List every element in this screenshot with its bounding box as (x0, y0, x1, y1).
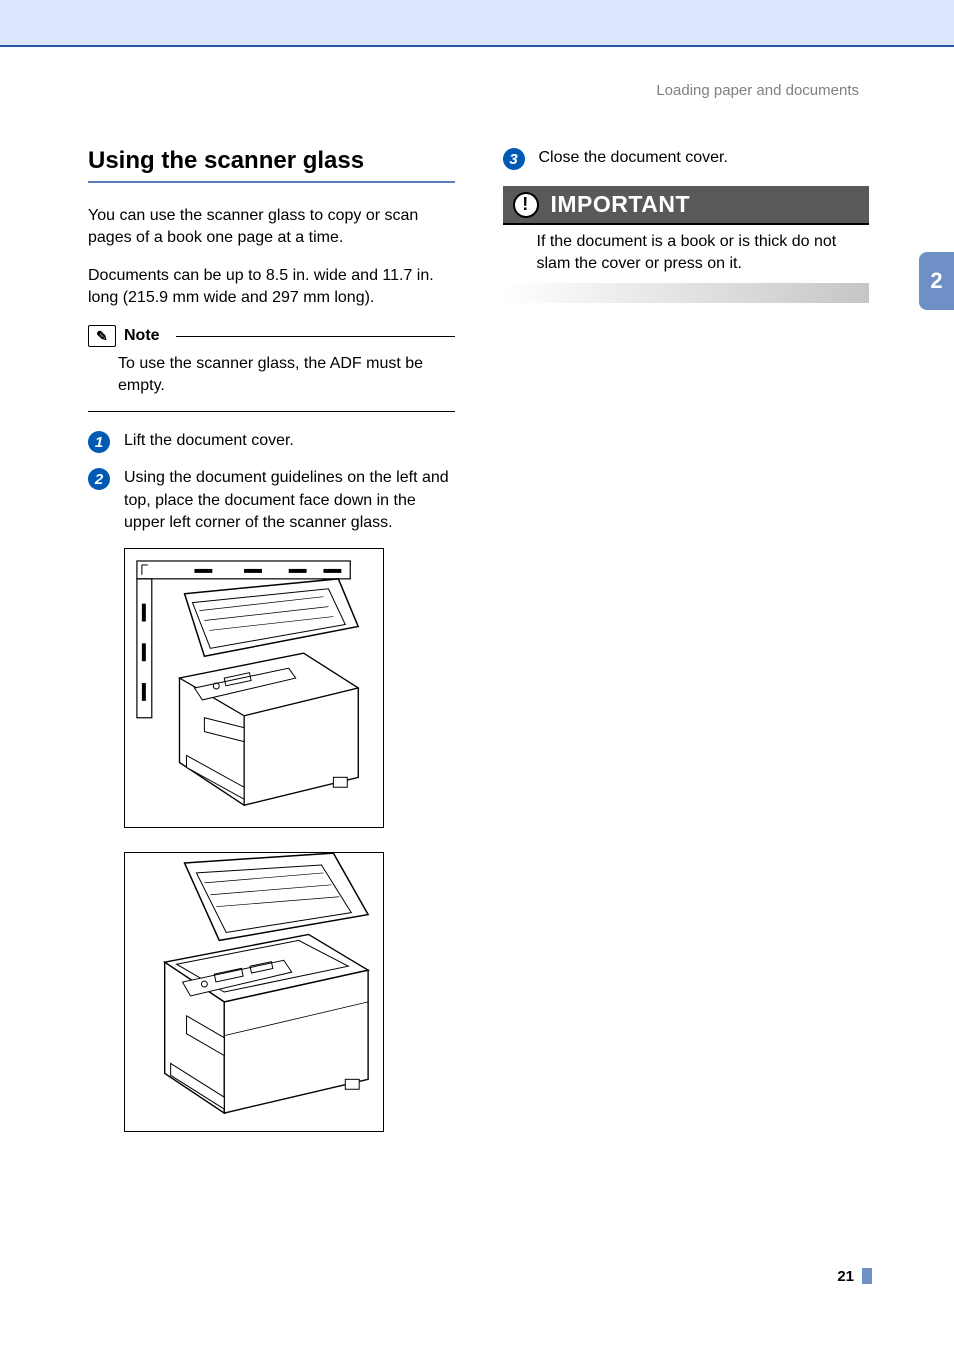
page-number-accent (862, 1268, 872, 1284)
important-gradient-end (503, 283, 870, 303)
important-underline (503, 223, 870, 225)
step-2: 2 Using the document guidelines on the l… (88, 467, 455, 533)
breadcrumb: Loading paper and documents (88, 82, 869, 99)
step-3-text: Close the document cover. (539, 147, 728, 170)
figure-scanner-open-top-view (124, 548, 455, 828)
step-1-text: Lift the document cover. (124, 430, 294, 453)
step-3: 3 Close the document cover. (503, 147, 870, 170)
step-1: 1 Lift the document cover. (88, 430, 455, 453)
important-label: IMPORTANT (551, 191, 691, 217)
right-column: 3 Close the document cover. ! IMPORTANT … (503, 147, 870, 1156)
left-column: Using the scanner glass You can use the … (88, 147, 455, 1156)
note-label: Note (124, 327, 160, 345)
note-pencil-icon: ✎ (88, 325, 116, 347)
note-body: To use the scanner glass, the ADF must b… (88, 353, 455, 407)
step-number-badge: 3 (503, 148, 525, 170)
two-column-layout: Using the scanner glass You can use the … (88, 147, 869, 1156)
note-header: ✎ Note (88, 325, 455, 347)
scanner-illustration-2-icon (125, 853, 383, 1131)
important-callout: ! IMPORTANT If the document is a book or… (503, 186, 870, 303)
figure-scanner-open-angle-view (124, 852, 455, 1132)
exclamation-circle-icon: ! (513, 192, 539, 218)
page-content: Loading paper and documents Using the sc… (0, 47, 954, 1156)
step-number-badge: 1 (88, 431, 110, 453)
note-end-rule (88, 411, 455, 412)
top-header-band (0, 0, 954, 45)
step-2-text: Using the document guidelines on the lef… (124, 467, 455, 533)
scanner-illustration-1-icon (125, 549, 383, 827)
section-title: Using the scanner glass (88, 147, 455, 183)
important-body: If the document is a book or is thick do… (503, 227, 870, 283)
intro-paragraph-1: You can use the scanner glass to copy or… (88, 205, 455, 249)
important-header: ! IMPORTANT (503, 186, 870, 223)
step-number-badge: 2 (88, 468, 110, 490)
note-block: ✎ Note To use the scanner glass, the ADF… (88, 325, 455, 412)
intro-paragraph-2: Documents can be up to 8.5 in. wide and … (88, 265, 455, 309)
page-number: 21 (837, 1268, 854, 1285)
